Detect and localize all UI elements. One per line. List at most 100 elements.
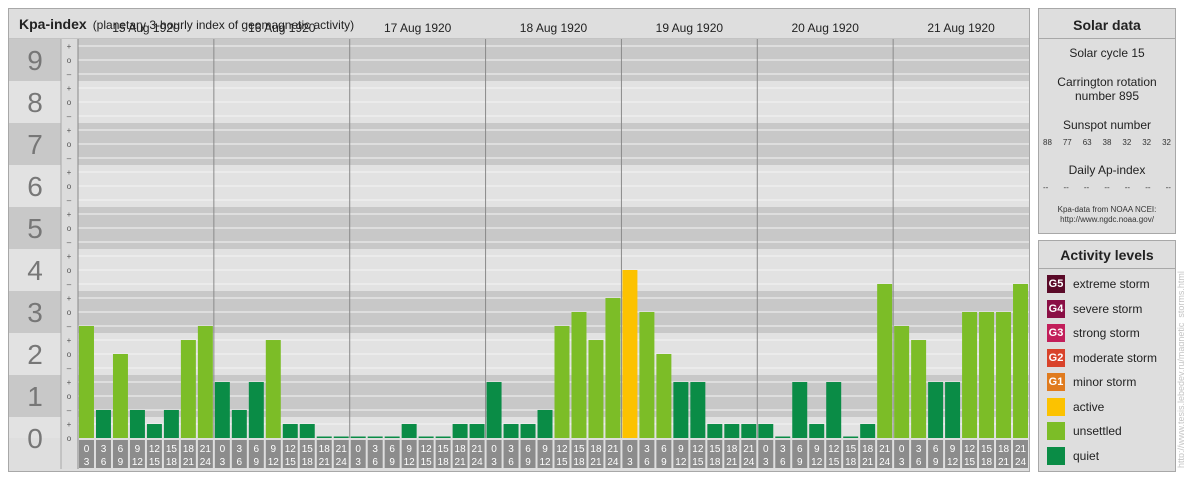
- y-minor-tick-label: o: [67, 392, 72, 401]
- interval-start-label: 0: [491, 444, 497, 455]
- interval-start-label: 18: [183, 444, 195, 455]
- kpa-bar: [962, 312, 978, 438]
- interval-start-label: 12: [692, 444, 704, 455]
- interval-start-label: 15: [981, 444, 993, 455]
- interval-end-label: 9: [389, 457, 395, 468]
- interval-start-label: 21: [879, 444, 891, 455]
- y-minor-tick-label: –: [67, 322, 72, 331]
- kpa-bar: [571, 312, 587, 438]
- data-source-label: Kpa-data from NOAA NCEI:: [1057, 205, 1157, 214]
- data-source-link[interactable]: http://www.ngdc.noaa.gov/: [1039, 215, 1175, 225]
- interval-start-label: 3: [237, 444, 243, 455]
- interval-end-label: 9: [797, 457, 803, 468]
- kpa-bar: [520, 424, 536, 438]
- y-minor-tick-label: +: [67, 378, 72, 387]
- interval-end-label: 15: [964, 457, 976, 468]
- interval-start-label: 18: [319, 444, 331, 455]
- interval-end-label: 15: [149, 457, 161, 468]
- interval-start-label: 21: [472, 444, 484, 455]
- legend-item-severe-storm: G4 severe storm: [1047, 299, 1142, 319]
- interval-end-label: 3: [84, 457, 90, 468]
- y-axis-tick-label: 9: [27, 45, 43, 76]
- interval-start-label: 3: [372, 444, 378, 455]
- kpa-bar: [197, 325, 213, 438]
- interval-end-label: 6: [101, 457, 107, 468]
- y-minor-tick-label: –: [67, 154, 72, 163]
- y-axis-tick-label: 7: [27, 129, 43, 160]
- sunspot-value: 38: [1102, 138, 1112, 147]
- interval-start-label: 3: [508, 444, 514, 455]
- legend-item-minor-storm: G1 minor storm: [1047, 372, 1136, 392]
- interval-end-label: 12: [132, 457, 144, 468]
- y-minor-tick-label: –: [67, 70, 72, 79]
- legend-item-extreme-storm: G5 extreme storm: [1047, 274, 1150, 294]
- y-minor-tick-label: +: [67, 420, 72, 429]
- y-minor-tick-label: o: [67, 266, 72, 275]
- interval-start-label: 6: [389, 444, 395, 455]
- solar-cycle: Solar cycle 15: [1069, 46, 1145, 60]
- legend-item-quiet: quiet: [1047, 446, 1099, 466]
- interval-end-label: 6: [916, 457, 922, 468]
- kpa-bar: [350, 436, 366, 438]
- interval-end-label: 12: [811, 457, 823, 468]
- kpa-bar: [486, 382, 502, 438]
- kpa-bar: [554, 325, 570, 438]
- legend-label: unsettled: [1073, 424, 1122, 438]
- interval-end-label: 18: [302, 457, 314, 468]
- kpa-bar: [843, 436, 859, 438]
- interval-start-label: 6: [797, 444, 803, 455]
- kpa-bar: [588, 340, 604, 438]
- y-minor-tick-label: o: [67, 308, 72, 317]
- interval-end-label: 6: [780, 457, 786, 468]
- interval-end-label: 18: [573, 457, 585, 468]
- kpa-bar: [945, 382, 961, 438]
- sunspot-value: 63: [1082, 138, 1092, 147]
- ap-index-values: -- -- -- -- -- -- --: [1043, 183, 1171, 192]
- interval-end-label: 9: [525, 457, 531, 468]
- kpa-bar: [741, 424, 757, 438]
- interval-end-label: 3: [627, 457, 633, 468]
- legend-label: severe storm: [1073, 301, 1143, 316]
- interval-end-label: 12: [539, 457, 551, 468]
- legend-label: extreme storm: [1073, 277, 1150, 291]
- interval-start-label: 15: [438, 444, 450, 455]
- interval-end-label: 24: [472, 457, 484, 468]
- interval-end-label: 21: [590, 457, 602, 468]
- activity-levels-heading: Activity levels: [1060, 247, 1154, 263]
- interval-end-label: 9: [118, 457, 124, 468]
- interval-end-label: 6: [508, 457, 514, 468]
- carrington-rotation-number: number 895: [1074, 89, 1140, 103]
- kpa-bar: [418, 436, 434, 438]
- kpa-bar: [690, 382, 706, 438]
- interval-start-label: 15: [573, 444, 585, 455]
- sunspot-value: 32: [1122, 138, 1132, 147]
- interval-start-label: 9: [950, 444, 956, 455]
- kpa-bar: [248, 382, 264, 438]
- interval-start-label: 0: [355, 444, 361, 455]
- kpa-bar: [537, 409, 553, 438]
- interval-end-label: 21: [998, 457, 1010, 468]
- y-minor-tick-label: o: [67, 56, 72, 65]
- y-axis-tick-label: 5: [27, 213, 43, 244]
- legend-label: moderate storm: [1073, 350, 1158, 365]
- kpa-bar: [316, 436, 332, 438]
- legend-label: strong storm: [1073, 326, 1140, 340]
- y-axis-tick-label: 6: [27, 171, 43, 202]
- kpa-bar: [333, 436, 349, 438]
- kpa-bar: [639, 312, 655, 438]
- interval-start-label: 18: [998, 444, 1010, 455]
- y-axis-tick-label: 0: [27, 423, 43, 454]
- kpa-bar-chart: 0123456789o+o+–o+–o+–o+–o+–o+–o+–o+–o+–1…: [9, 21, 1029, 469]
- interval-start-label: 9: [271, 444, 277, 455]
- activity-levels-divider: [1039, 268, 1175, 269]
- activity-levels-panel: Activity levels G5 extreme storm G4 severe …: [1038, 240, 1176, 472]
- sunspot-value: 32: [1162, 138, 1171, 147]
- y-minor-tick-label: –: [67, 196, 72, 205]
- kpa-bar: [282, 424, 298, 438]
- kpa-bar: [792, 382, 808, 438]
- interval-start-label: 3: [780, 444, 786, 455]
- interval-end-label: 21: [319, 457, 331, 468]
- y-minor-tick-label: +: [67, 336, 72, 345]
- solar-data-divider: [1039, 38, 1175, 39]
- kpa-bar: [1013, 283, 1028, 438]
